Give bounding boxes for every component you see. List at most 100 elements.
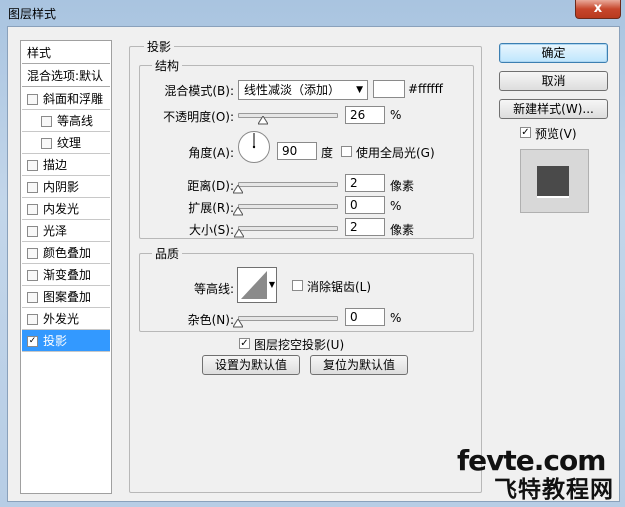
window-title: 图层样式 [8,7,57,21]
structure-title: 结构 [152,57,183,74]
style-item-label: 外发光 [43,312,80,326]
distance-slider[interactable] [238,182,338,187]
preview-checkbox[interactable]: ✓ [520,127,531,138]
style-item-label: 投影 [43,334,68,348]
make-default-button[interactable]: 设置为默认值 [202,355,300,375]
noise-label: 杂色(N): [187,313,234,327]
distance-unit: 像素 [390,179,415,193]
contour-picker[interactable]: ▼ [237,267,277,303]
angle-input[interactable]: 90 [277,142,317,160]
chevron-down-icon: ▼ [268,280,275,289]
cancel-button[interactable]: 取消 [499,71,608,91]
size-input[interactable]: 2 [345,218,385,236]
spread-input[interactable]: 0 [345,196,385,214]
angle-label: 角度(A): [188,146,234,160]
spread-label: 扩展(R): [188,201,234,215]
style-list-item[interactable]: 图案叠加 [22,286,110,308]
style-item-checkbox[interactable] [41,116,52,127]
style-item-checkbox[interactable] [27,160,38,171]
style-list-item[interactable]: 斜面和浮雕 [22,88,110,110]
style-list-item[interactable]: 颜色叠加 [22,242,110,264]
style-item-label: 描边 [43,158,68,172]
style-list-item[interactable]: 外发光 [22,308,110,330]
shadow-color-swatch[interactable] [373,80,405,98]
ok-button[interactable]: 确定 [499,43,608,63]
quality-group: 品质 等高线: ▼ 消除锯齿(L) 杂色(N): 0 % [139,245,474,332]
opacity-slider[interactable] [238,113,338,118]
style-item-label: 等高线 [57,114,94,128]
blend-mode-value: 线性减淡（添加） [244,83,341,97]
style-item-checkbox[interactable]: ✓ [27,336,38,347]
opacity-slider-thumb[interactable] [258,116,269,125]
contour-graph-icon [241,271,267,299]
style-list-item[interactable]: 纹理 [22,132,110,154]
global-light-checkbox[interactable] [341,146,352,157]
style-list-item[interactable]: ✓ 投影 [22,330,110,352]
style-item-label: 内发光 [43,202,80,216]
noise-input[interactable]: 0 [345,308,385,326]
style-item-checkbox[interactable] [27,204,38,215]
opacity-unit: % [390,108,402,122]
style-list-item[interactable]: 描边 [22,154,110,176]
noise-unit: % [390,311,402,325]
preview-label: 预览(V) [535,127,577,141]
style-item-label: 纹理 [57,136,82,150]
style-item-label: 斜面和浮雕 [43,92,104,106]
size-slider[interactable] [238,226,338,231]
spread-unit: % [390,199,402,213]
style-item-label: 图案叠加 [43,290,92,304]
dialog-window: 图层样式 x 样式 混合选项:默认 斜面和浮雕等高线纹理描边内阴影内发光光泽颜色… [0,0,625,507]
opacity-label: 不透明度(O): [163,110,234,124]
quality-title: 品质 [152,245,183,262]
style-item-checkbox[interactable] [27,94,38,105]
style-item-checkbox[interactable] [27,270,38,281]
style-list-item[interactable]: 内发光 [22,198,110,220]
contour-label: 等高线: [193,282,234,296]
style-list-header[interactable]: 样式 [22,42,110,64]
shadow-color-hex: #ffffff [408,82,443,96]
style-item-label: 颜色叠加 [43,246,92,260]
knockout-label: 图层挖空投影(U) [254,338,345,352]
size-slider-thumb[interactable] [233,229,244,238]
style-item-checkbox[interactable] [27,314,38,325]
style-list-item[interactable]: 光泽 [22,220,110,242]
style-list-item[interactable]: 渐变叠加 [22,264,110,286]
antialias-label: 消除锯齿(L) [307,280,372,294]
style-list-item[interactable]: 等高线 [22,110,110,132]
title-bar[interactable]: 图层样式 x [0,0,625,24]
knockout-checkbox[interactable]: ✓ [239,338,250,349]
blend-mode-select[interactable]: 线性减淡（添加） ▼ [238,80,368,100]
close-button[interactable]: x [575,0,621,19]
angle-unit: 度 [321,146,334,160]
angle-dial[interactable] [237,130,271,164]
distance-input[interactable]: 2 [345,174,385,192]
preview-square [537,166,569,196]
style-item-checkbox[interactable] [41,138,52,149]
dialog-client: 样式 混合选项:默认 斜面和浮雕等高线纹理描边内阴影内发光光泽颜色叠加渐变叠加图… [7,26,620,502]
style-item-checkbox[interactable] [27,248,38,259]
style-list-item[interactable]: 内阴影 [22,176,110,198]
blend-options-item[interactable]: 混合选项:默认 [22,65,110,87]
reset-default-button[interactable]: 复位为默认值 [310,355,408,375]
new-style-button[interactable]: 新建样式(W)... [499,99,608,119]
style-item-label: 光泽 [43,224,68,238]
opacity-input[interactable]: 26 [345,106,385,124]
watermark-site-name: 飞特教程网 [494,477,614,503]
noise-slider-thumb[interactable] [233,319,243,328]
style-item-label: 内阴影 [43,180,80,194]
close-icon: x [593,1,603,16]
global-light-label: 使用全局光(G) [356,146,435,160]
distance-slider-thumb[interactable] [233,185,243,194]
distance-label: 距离(D): [187,179,234,193]
antialias-checkbox[interactable] [292,280,303,291]
style-item-checkbox[interactable] [27,226,38,237]
spread-slider-thumb[interactable] [233,207,243,216]
drop-shadow-title: 投影 [144,38,175,55]
structure-group: 结构 混合模式(B): 线性减淡（添加） ▼ #ffffff 不透明度(O): … [139,57,474,239]
size-unit: 像素 [390,223,415,237]
noise-slider[interactable] [238,316,338,321]
style-list: 样式 混合选项:默认 斜面和浮雕等高线纹理描边内阴影内发光光泽颜色叠加渐变叠加图… [20,40,112,494]
style-item-checkbox[interactable] [27,292,38,303]
style-item-checkbox[interactable] [27,182,38,193]
spread-slider[interactable] [238,204,338,209]
